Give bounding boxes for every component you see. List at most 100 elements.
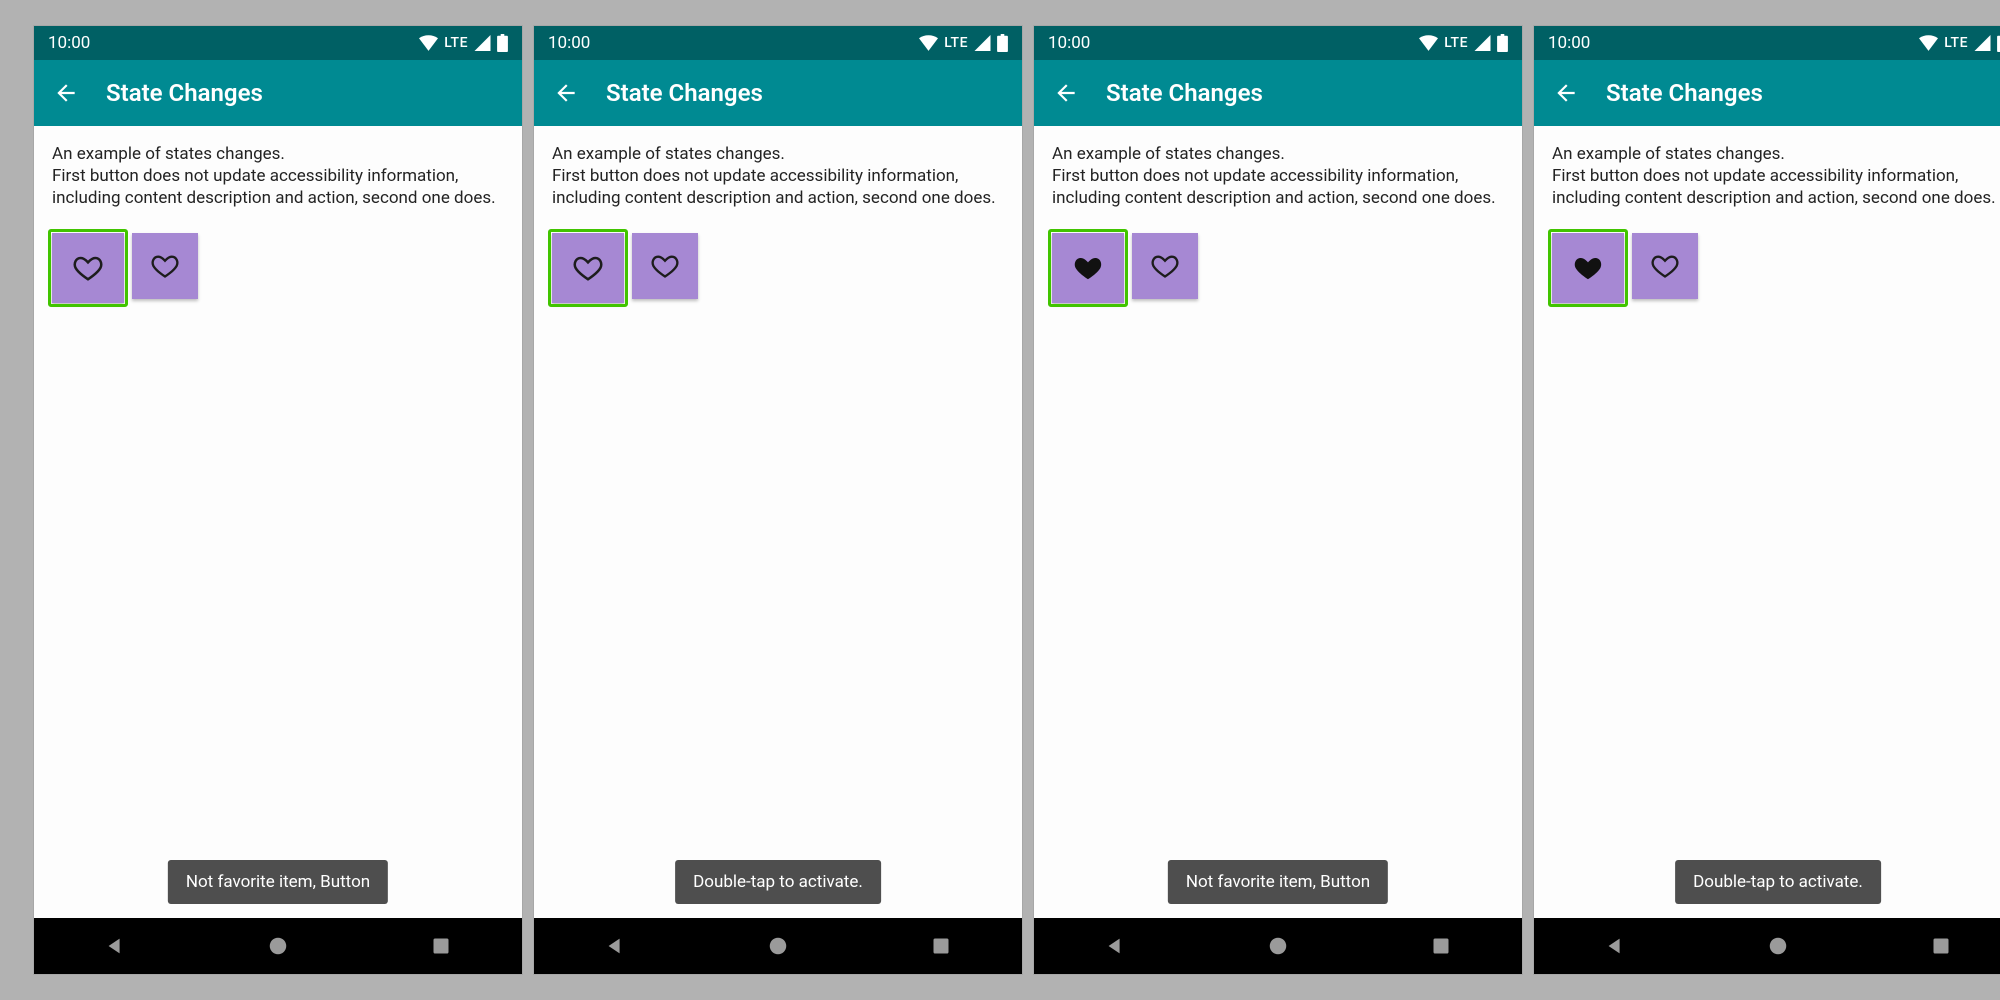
favorite-button-2-wrap xyxy=(1132,233,1198,299)
nav-home-button[interactable] xyxy=(1738,918,1818,974)
favorite-button-1-wrap xyxy=(52,233,124,303)
favorite-button-1-wrap xyxy=(552,233,624,303)
phone-screen-2: 10:00 LTE State Changes An example of st… xyxy=(534,26,1022,974)
nav-bar xyxy=(1534,918,2000,974)
favorite-button-2-wrap xyxy=(632,233,698,299)
nav-recents-button[interactable] xyxy=(1401,918,1481,974)
network-label: LTE xyxy=(444,35,468,51)
arrow-back-icon xyxy=(1553,80,1579,106)
nav-recents-button[interactable] xyxy=(1901,918,1981,974)
accessibility-toast: Double-tap to activate. xyxy=(675,860,881,904)
nav-back-button[interactable] xyxy=(1575,918,1655,974)
back-button[interactable] xyxy=(52,79,80,107)
favorite-button-2[interactable] xyxy=(632,233,698,299)
heart-outline-icon xyxy=(1151,252,1179,280)
signal-icon xyxy=(974,35,991,51)
back-button[interactable] xyxy=(1052,79,1080,107)
status-time: 10:00 xyxy=(1048,33,1090,53)
status-icons: LTE xyxy=(919,34,1008,52)
status-icons: LTE xyxy=(419,34,508,52)
nav-recents-button[interactable] xyxy=(901,918,981,974)
status-time: 10:00 xyxy=(548,33,590,53)
favorite-button-1[interactable] xyxy=(1052,233,1124,303)
description-line-1: An example of states changes. xyxy=(1052,144,1504,166)
back-button[interactable] xyxy=(552,79,580,107)
description-line-2: First button does not update accessibili… xyxy=(1052,166,1504,210)
app-bar-title: State Changes xyxy=(1106,79,1263,107)
description-line-2: First button does not update accessibili… xyxy=(52,166,504,210)
description-line-1: An example of states changes. xyxy=(552,144,1004,166)
favorite-button-2[interactable] xyxy=(1632,233,1698,299)
favorite-button-2[interactable] xyxy=(1132,233,1198,299)
nav-home-icon xyxy=(1267,935,1289,957)
nav-home-icon xyxy=(767,935,789,957)
phone-screen-3: 10:00 LTE State Changes An example of st… xyxy=(1034,26,1522,974)
heart-outline-icon xyxy=(73,253,103,283)
nav-home-button[interactable] xyxy=(238,918,318,974)
signal-icon xyxy=(1474,35,1491,51)
screen-content: An example of states changes. First butt… xyxy=(1534,126,2000,918)
back-button[interactable] xyxy=(1552,79,1580,107)
nav-home-icon xyxy=(1767,935,1789,957)
network-label: LTE xyxy=(944,35,968,51)
nav-back-button[interactable] xyxy=(75,918,155,974)
app-bar: State Changes xyxy=(1034,60,1522,126)
favorite-button-1[interactable] xyxy=(1552,233,1624,303)
screen-content: An example of states changes. First butt… xyxy=(34,126,522,918)
favorite-button-2-wrap xyxy=(1632,233,1698,299)
heart-filled-icon xyxy=(1573,253,1603,283)
heart-outline-icon xyxy=(151,252,179,280)
network-label: LTE xyxy=(1944,35,1968,51)
app-bar-title: State Changes xyxy=(106,79,263,107)
arrow-back-icon xyxy=(53,80,79,106)
app-bar-title: State Changes xyxy=(606,79,763,107)
status-icons: LTE xyxy=(1419,34,1508,52)
description-text: An example of states changes. First butt… xyxy=(534,126,1022,209)
app-bar-title: State Changes xyxy=(1606,79,1763,107)
heart-filled-icon xyxy=(1073,253,1103,283)
wifi-icon xyxy=(419,35,438,51)
nav-recents-icon xyxy=(1931,936,1951,956)
nav-back-icon xyxy=(1104,935,1126,957)
network-label: LTE xyxy=(1444,35,1468,51)
nav-recents-icon xyxy=(931,936,951,956)
favorite-button-1[interactable] xyxy=(52,233,124,303)
heart-outline-icon xyxy=(1651,252,1679,280)
app-bar: State Changes xyxy=(34,60,522,126)
nav-bar xyxy=(534,918,1022,974)
wifi-icon xyxy=(919,35,938,51)
battery-icon xyxy=(497,34,508,52)
wifi-icon xyxy=(1419,35,1438,51)
nav-back-button[interactable] xyxy=(575,918,655,974)
nav-home-button[interactable] xyxy=(738,918,818,974)
accessibility-toast: Not favorite item, Button xyxy=(168,860,388,904)
signal-icon xyxy=(474,35,491,51)
phone-screen-1: 10:00 LTE State Changes An example of st… xyxy=(34,26,522,974)
status-time: 10:00 xyxy=(48,33,90,53)
phone-screen-4: 10:00 LTE State Changes An example of st… xyxy=(1534,26,2000,974)
nav-back-button[interactable] xyxy=(1075,918,1155,974)
status-icons: LTE xyxy=(1919,34,2000,52)
description-text: An example of states changes. First butt… xyxy=(1034,126,1522,209)
favorite-button-1[interactable] xyxy=(552,233,624,303)
nav-home-icon xyxy=(267,935,289,957)
description-line-1: An example of states changes. xyxy=(1552,144,2000,166)
nav-back-icon xyxy=(1604,935,1626,957)
favorite-button-1-wrap xyxy=(1552,233,1624,303)
status-time: 10:00 xyxy=(1548,33,1590,53)
status-bar: 10:00 LTE xyxy=(1034,26,1522,60)
heart-outline-icon xyxy=(651,252,679,280)
battery-icon xyxy=(997,34,1008,52)
status-bar: 10:00 LTE xyxy=(34,26,522,60)
favorite-button-2[interactable] xyxy=(132,233,198,299)
heart-outline-icon xyxy=(573,253,603,283)
nav-home-button[interactable] xyxy=(1238,918,1318,974)
nav-recents-icon xyxy=(431,936,451,956)
arrow-back-icon xyxy=(1053,80,1079,106)
nav-bar xyxy=(34,918,522,974)
status-bar: 10:00 LTE xyxy=(1534,26,2000,60)
app-bar: State Changes xyxy=(1534,60,2000,126)
nav-recents-button[interactable] xyxy=(401,918,481,974)
screen-content: An example of states changes. First butt… xyxy=(534,126,1022,918)
signal-icon xyxy=(1974,35,1991,51)
